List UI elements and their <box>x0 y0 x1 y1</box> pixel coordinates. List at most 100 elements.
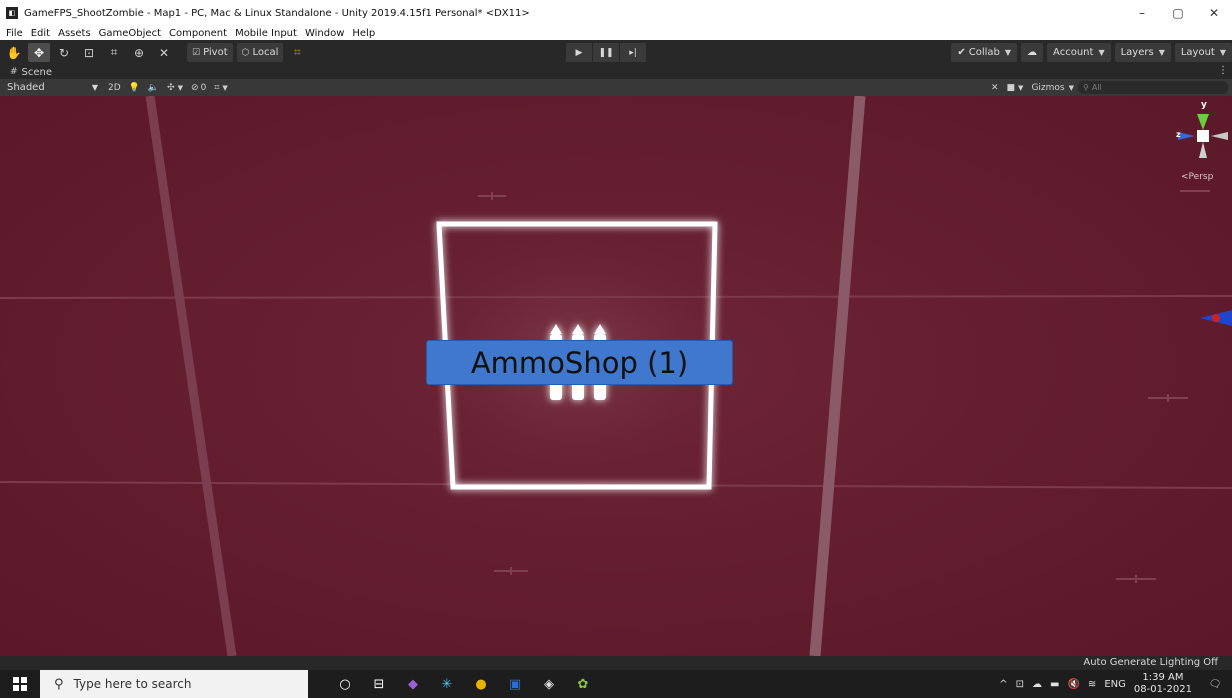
transform-tool-button[interactable]: ⊕ <box>128 43 150 62</box>
green-app-button[interactable]: ✿ <box>566 670 600 698</box>
paint-app-button[interactable]: ✳ <box>430 670 464 698</box>
visual-studio-icon: ◆ <box>408 676 418 692</box>
taskbar-clock[interactable]: 1:39 AM 08-01-2021 <box>1134 672 1192 696</box>
menu-gameobject[interactable]: GameObject <box>99 28 161 39</box>
scene-grid-icon: # <box>10 67 18 77</box>
notification-center-button[interactable]: 🗨 <box>1206 670 1232 698</box>
scene-view-toolbar: Shaded ▼ 2D 💡 🔈 ✣ ▼ ⊘ 0 ⌗ ▼ ✕ ■ ▼ Gizmos ▼ ⚲… <box>0 79 1232 96</box>
grid-visibility-dropdown[interactable]: ⌗ ▼ <box>210 79 231 96</box>
hand-tool-button[interactable]: ✋ <box>3 43 25 62</box>
toolbar-right-group: ✔ Collab ▼ ☁ Account ▼ Layers ▼ Layout ▼ <box>951 43 1232 62</box>
layout-dropdown[interactable]: Layout ▼ <box>1174 43 1232 62</box>
2d-toggle[interactable]: 2D <box>104 79 125 96</box>
cortana-button[interactable]: ○ <box>328 670 362 698</box>
window-controls: – ▢ ✕ <box>1124 0 1232 26</box>
task-view-icon: ⊟ <box>373 676 385 692</box>
volume-muted-icon[interactable]: 🔇 <box>1067 679 1079 690</box>
hand-icon: ✋ <box>6 45 22 60</box>
maximize-button[interactable]: ▢ <box>1160 0 1196 26</box>
projection-toggle[interactable]: <Persp <box>1181 172 1213 182</box>
menu-help[interactable]: Help <box>352 28 375 39</box>
step-button[interactable]: ▸| <box>620 43 646 62</box>
cortana-icon: ○ <box>339 676 351 692</box>
scene-tab-bar: # Scene ⋮ <box>0 65 1232 79</box>
projection-label: Persp <box>1188 172 1214 182</box>
grid-snap-button[interactable]: ⌗ <box>286 43 308 62</box>
rotate-tool-button[interactable]: ↻ <box>53 43 75 62</box>
onedrive-icon[interactable]: ☁ <box>1032 679 1042 690</box>
chrome-button[interactable]: ● <box>464 670 498 698</box>
gizmos-label: Gizmos <box>1031 82 1065 93</box>
chevron-up-icon[interactable]: ^ <box>999 679 1007 690</box>
search-icon: ⚲ <box>1083 83 1089 92</box>
language-indicator[interactable]: ENG <box>1104 679 1126 690</box>
scale-tool-button[interactable]: ⊡ <box>78 43 100 62</box>
clock-date: 08-01-2021 <box>1133 684 1192 695</box>
taskbar-apps: ○ ⊟ ◆ ✳ ● ▣ ◈ ✿ <box>328 670 600 698</box>
menu-mobile-input[interactable]: Mobile Input <box>235 28 297 39</box>
menu-component[interactable]: Component <box>169 28 227 39</box>
selected-object-label[interactable]: AmmoShop (1) <box>426 340 733 385</box>
chevron-down-icon: ▼ <box>1219 48 1226 57</box>
audio-toggle[interactable]: 🔈 <box>144 79 163 96</box>
pivot-toggle[interactable]: ☑ Pivot <box>187 43 233 62</box>
visual-studio-button[interactable]: ◆ <box>396 670 430 698</box>
scene-search-input[interactable]: ⚲ All <box>1078 81 1228 94</box>
grid-snap-icon: ⌗ <box>294 45 301 59</box>
notification-icon: 🗨 <box>1208 678 1222 690</box>
move-tool-button[interactable]: ✥ <box>28 43 50 62</box>
account-label: Account <box>1053 47 1094 58</box>
rect-tool-button[interactable]: ⌗ <box>103 43 125 62</box>
hidden-count: 0 <box>200 82 207 93</box>
layout-label: Layout <box>1180 47 1215 58</box>
collab-dropdown[interactable]: ✔ Collab ▼ <box>951 43 1018 62</box>
lighting-status: Auto Generate Lighting Off <box>1083 657 1218 668</box>
collab-label: Collab <box>968 47 1000 58</box>
chevron-left-icon: < <box>1181 172 1189 182</box>
play-button[interactable]: ▶ <box>566 43 592 62</box>
effects-dropdown[interactable]: ✣ ▼ <box>163 79 187 96</box>
pause-button[interactable]: ❚❚ <box>593 43 619 62</box>
shading-mode-dropdown[interactable]: Shaded ▼ <box>0 79 104 96</box>
menu-edit[interactable]: Edit <box>31 28 50 39</box>
gizmos-dropdown[interactable]: Gizmos ▼ <box>1027 79 1078 96</box>
hidden-objects-toggle[interactable]: ⊘ 0 <box>187 79 210 96</box>
window-title-bar: ◧ GameFPS_ShootZombie - Map1 - PC, Mac &… <box>0 0 1232 26</box>
local-toggle[interactable]: ⬡ Local <box>236 43 284 62</box>
scene-viewport[interactable]: y z AmmoShop (1) <Persp <box>0 96 1232 656</box>
grid-icon: ⌗ <box>214 82 220 93</box>
menu-window[interactable]: Window <box>305 28 344 39</box>
windows-icon <box>13 677 27 691</box>
paint-icon: ✳ <box>441 676 453 692</box>
local-label: Local <box>252 47 279 58</box>
clock-time: 1:39 AM <box>1142 672 1184 683</box>
layers-dropdown[interactable]: Layers ▼ <box>1114 43 1171 62</box>
camera-settings-dropdown[interactable]: ■ ▼ <box>1003 79 1028 96</box>
cloud-button[interactable]: ☁ <box>1021 43 1044 62</box>
transform-icon: ⊕ <box>133 45 145 60</box>
scene-tools-button[interactable]: ✕ <box>987 79 1003 96</box>
panel-menu-icon[interactable]: ⋮ <box>1218 65 1228 76</box>
custom-tool-button[interactable]: ✕ <box>153 43 175 62</box>
taskbar-search-placeholder: Type here to search <box>73 677 192 691</box>
account-dropdown[interactable]: Account ▼ <box>1047 43 1111 62</box>
menu-assets[interactable]: Assets <box>58 28 91 39</box>
usb-icon[interactable]: ⊡ <box>1016 679 1024 690</box>
lighting-toggle[interactable]: 💡 <box>125 79 144 96</box>
word-button[interactable]: ▣ <box>498 670 532 698</box>
unity-button[interactable]: ◈ <box>532 670 566 698</box>
scale-icon: ⊡ <box>83 45 95 60</box>
unity-app-icon: ◧ <box>6 7 18 19</box>
battery-icon[interactable]: ▬ <box>1050 679 1059 690</box>
camera-icon: ■ <box>1006 82 1016 93</box>
minimize-button[interactable]: – <box>1124 0 1160 26</box>
wifi-icon[interactable]: ≋ <box>1088 679 1096 690</box>
tab-scene[interactable]: Scene <box>22 67 53 78</box>
task-view-button[interactable]: ⊟ <box>362 670 396 698</box>
close-button[interactable]: ✕ <box>1196 0 1232 26</box>
app-icon: ✿ <box>577 676 589 692</box>
menu-file[interactable]: File <box>6 28 23 39</box>
start-button[interactable] <box>0 670 40 698</box>
taskbar-search-input[interactable]: ⚲ Type here to search <box>40 670 308 698</box>
cloud-icon: ☁ <box>1027 47 1038 58</box>
